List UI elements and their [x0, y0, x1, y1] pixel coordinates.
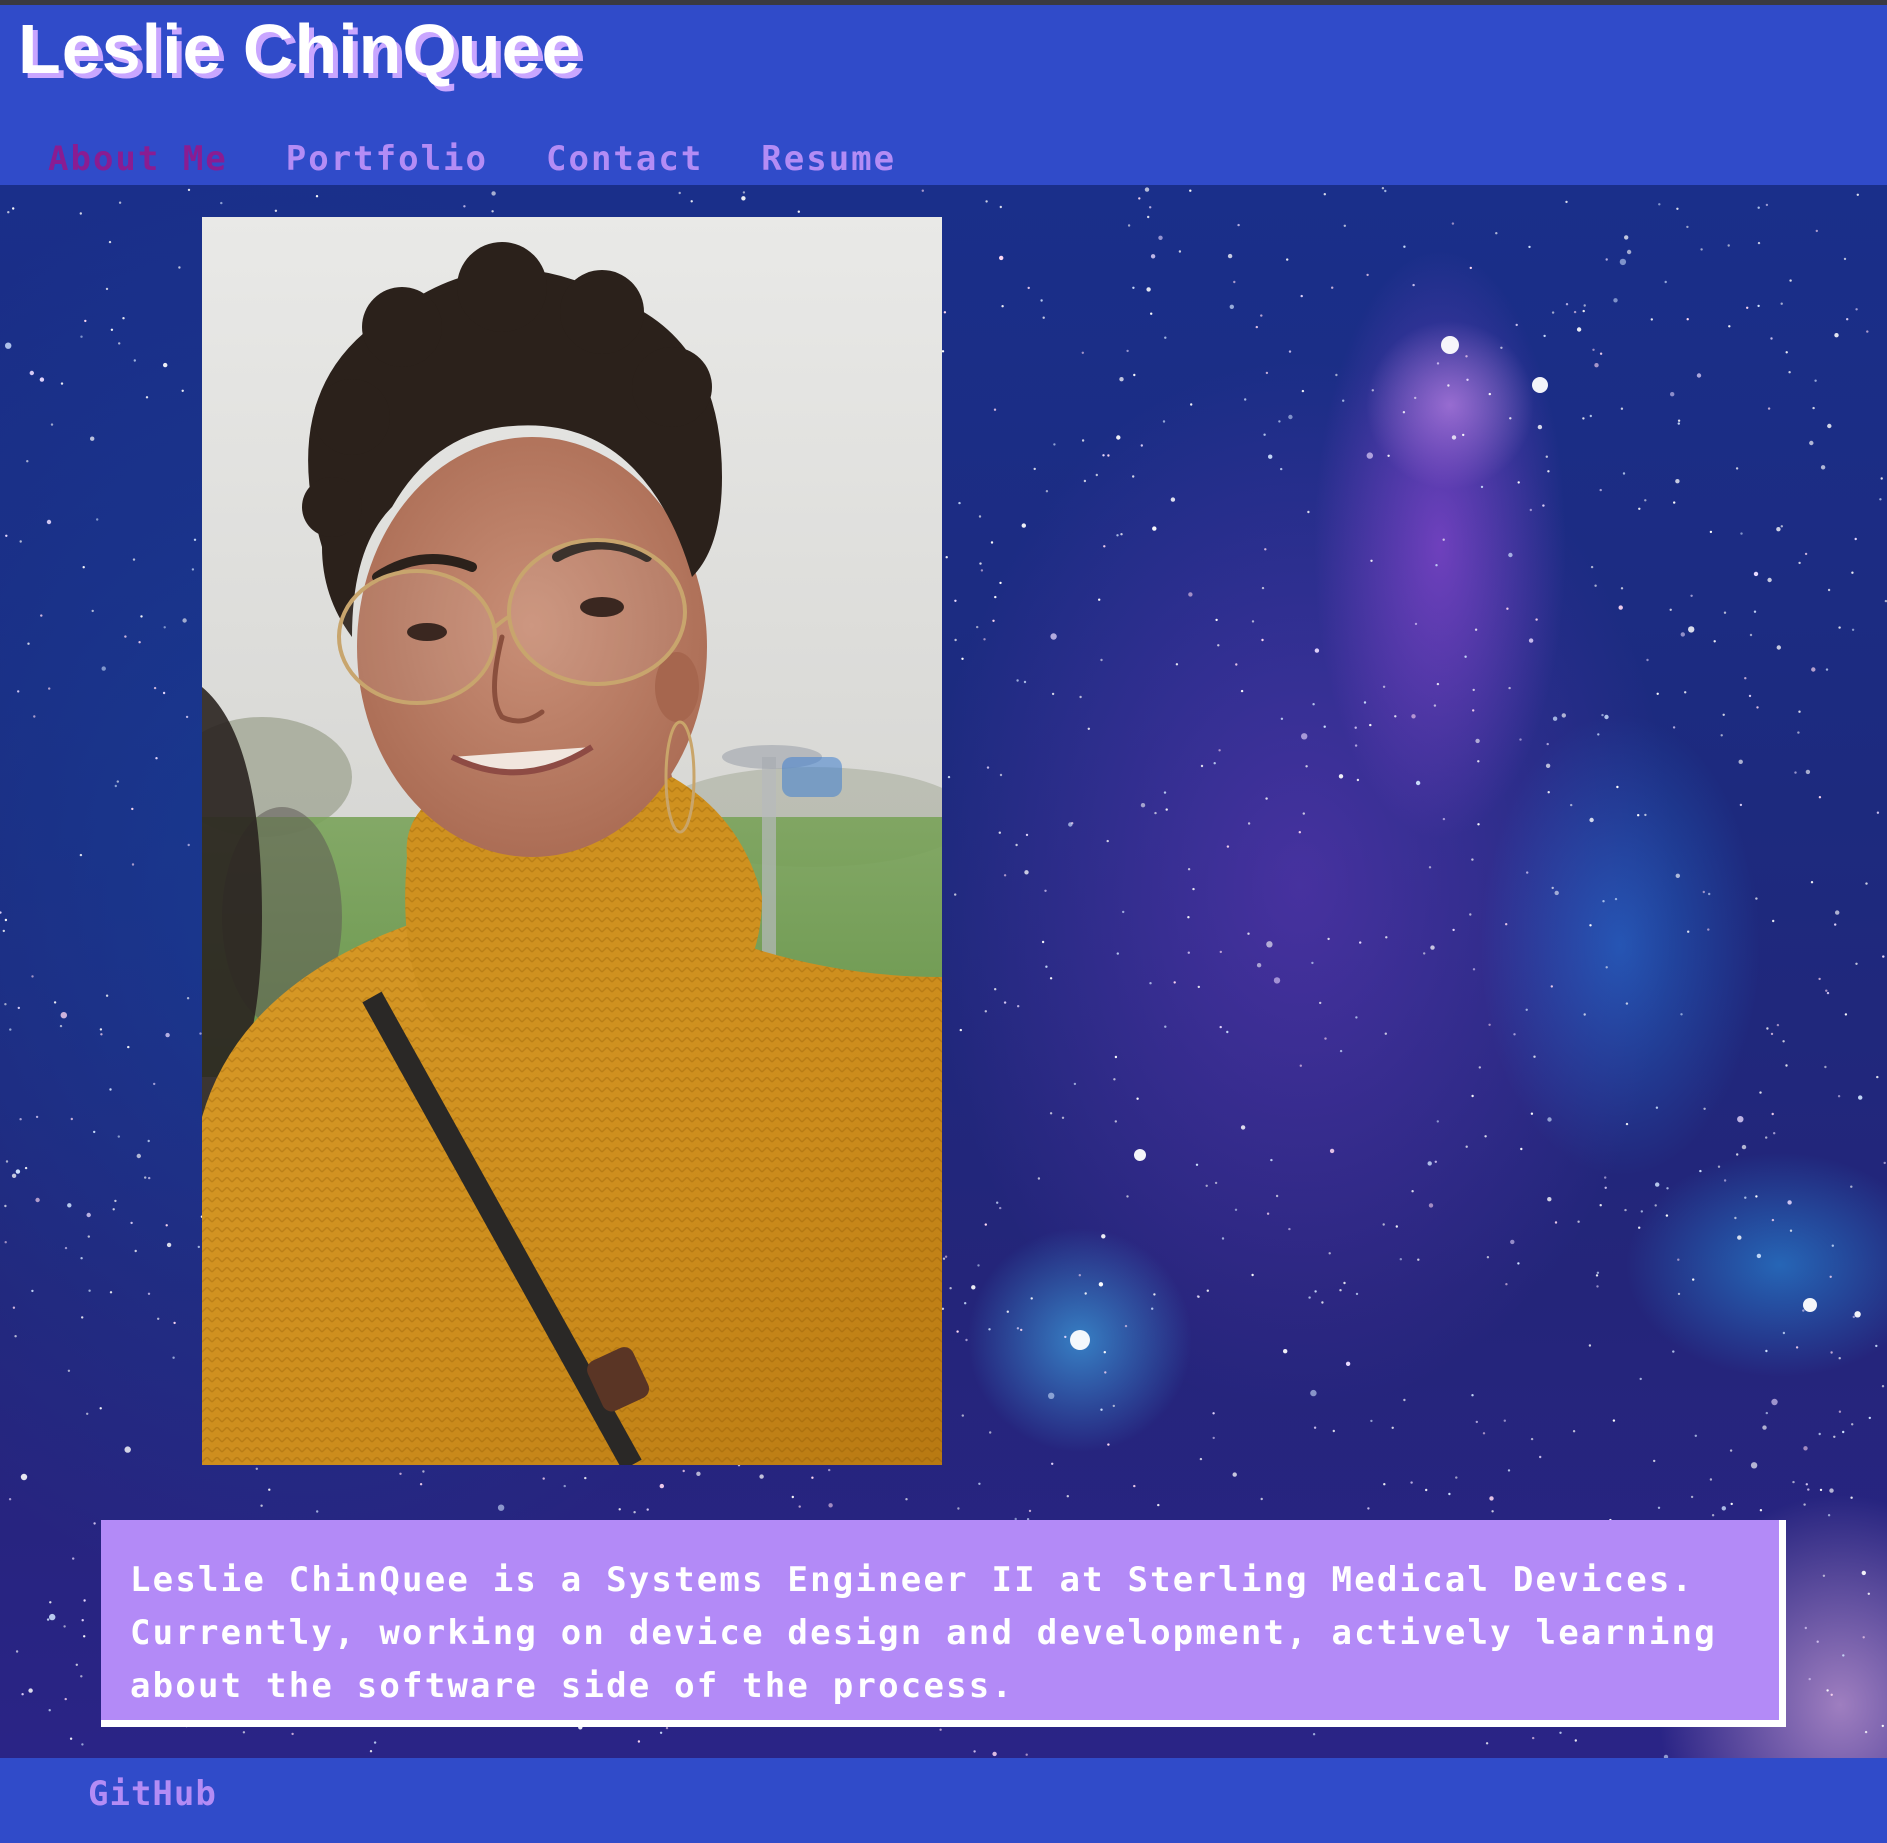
bio-text: Leslie ChinQuee is a Systems Engineer II… — [130, 1560, 1717, 1706]
site-title: Leslie ChinQuee — [18, 10, 582, 88]
bio-box: Leslie ChinQuee is a Systems Engineer II… — [101, 1520, 1786, 1727]
profile-photo — [202, 217, 942, 1465]
site-header: Leslie ChinQuee About Me Portfolio Conta… — [0, 5, 1887, 185]
github-link[interactable]: GitHub — [88, 1772, 217, 1816]
nav-link-contact[interactable]: Contact — [546, 137, 703, 185]
nav-link-about-me[interactable]: About Me — [48, 137, 228, 185]
site-footer: GitHub — [0, 1758, 1887, 1843]
page: Leslie ChinQuee About Me Portfolio Conta… — [0, 0, 1887, 1843]
about-section: Leslie ChinQuee is a Systems Engineer II… — [0, 185, 1887, 1758]
nav-link-portfolio[interactable]: Portfolio — [286, 137, 488, 185]
nav-link-resume[interactable]: Resume — [761, 137, 896, 185]
main-nav: About Me Portfolio Contact Resume — [48, 137, 954, 185]
profile-photo-illustration — [202, 217, 942, 1465]
